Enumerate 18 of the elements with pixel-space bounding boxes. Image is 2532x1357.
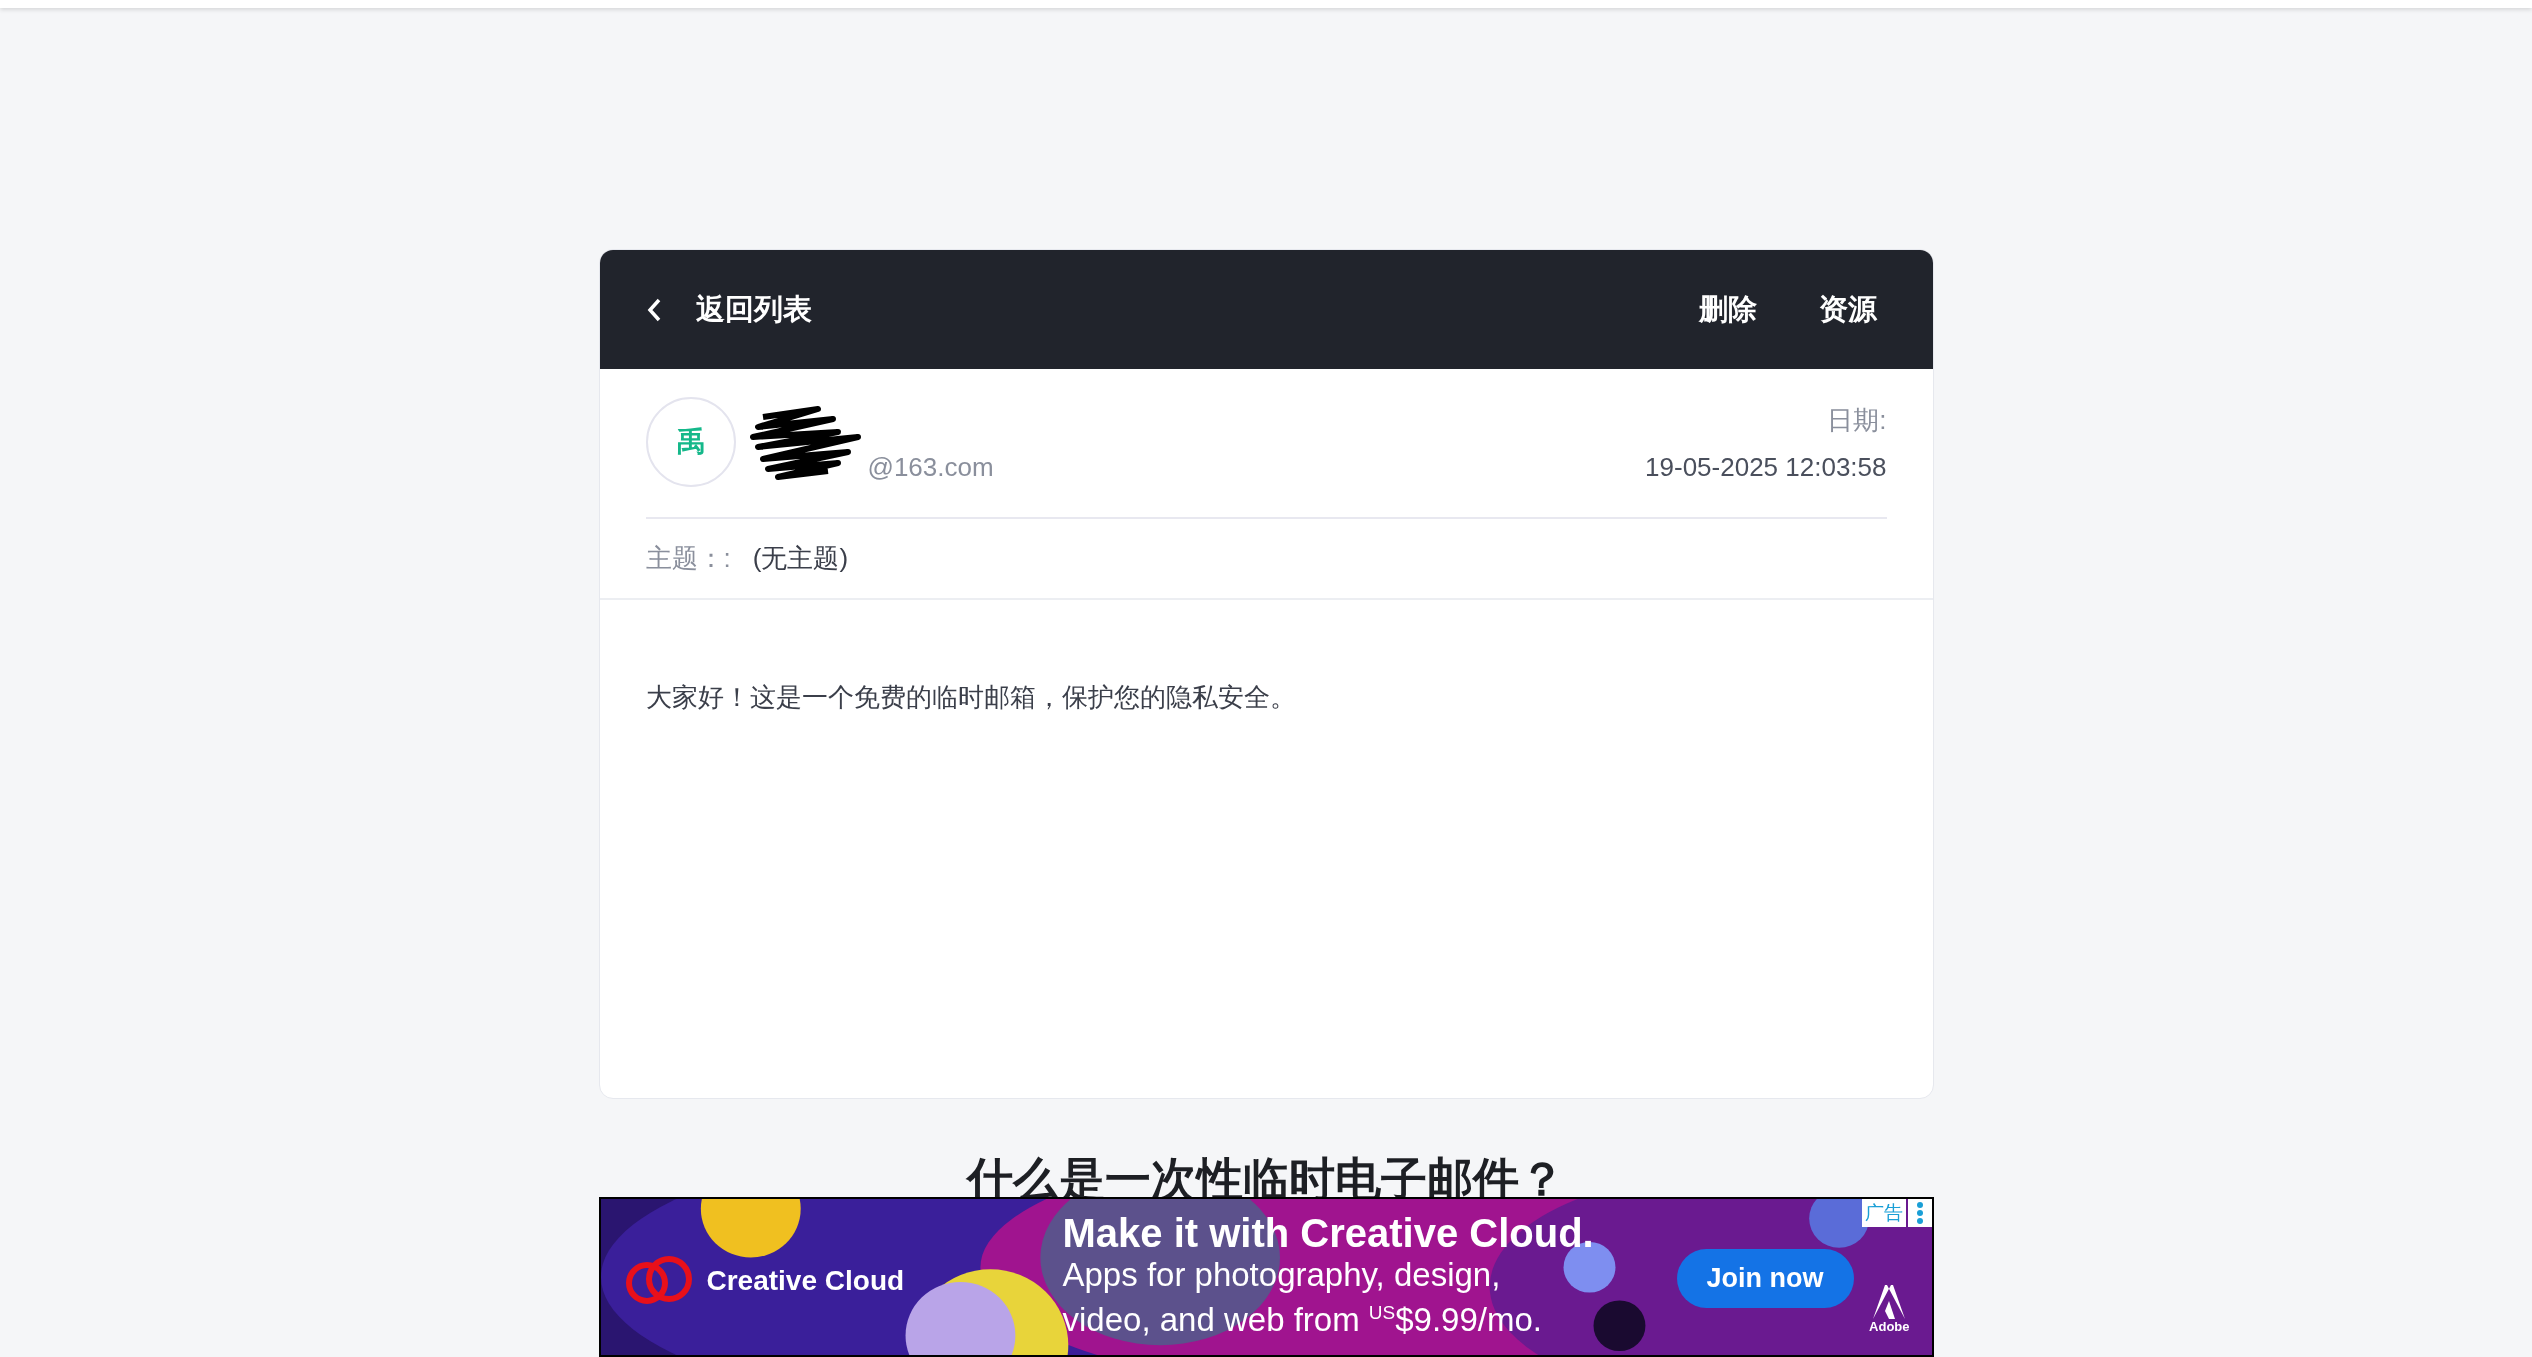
ad-badge: 广告 xyxy=(1861,1199,1906,1227)
email-body-text: 大家好！这是一个免费的临时邮箱，保护您的隐私安全。 xyxy=(644,681,1297,714)
sender-avatar: 禹 xyxy=(645,397,736,487)
join-now-button[interactable]: Join now xyxy=(1676,1249,1854,1308)
ad-text: Apps for photography, design, xyxy=(1062,1256,1502,1294)
header-action-link[interactable]: 删除 xyxy=(1698,289,1757,330)
date-label: 日期: xyxy=(1827,404,1887,437)
back-to-list-link[interactable]: 返回列表 xyxy=(643,289,812,330)
date-value: 19-05-2025 12:03:58 xyxy=(1645,452,1887,483)
header-action-link[interactable]: 资源 xyxy=(1818,289,1877,330)
adobe-label: Adobe xyxy=(1869,1319,1910,1334)
ad-text: video, and web from $^{US}$$9.99/mo. xyxy=(1062,1300,1543,1339)
sender-address: @163.com xyxy=(867,452,994,484)
subject-value: (无主题) xyxy=(752,542,849,575)
more-options-icon[interactable] xyxy=(1907,1199,1932,1227)
ad-brand-name: Creative Cloud xyxy=(706,1265,905,1297)
ad-headline: Make it with Creative Cloud. xyxy=(1062,1211,1594,1256)
subject-label: 主题：: xyxy=(645,542,731,575)
